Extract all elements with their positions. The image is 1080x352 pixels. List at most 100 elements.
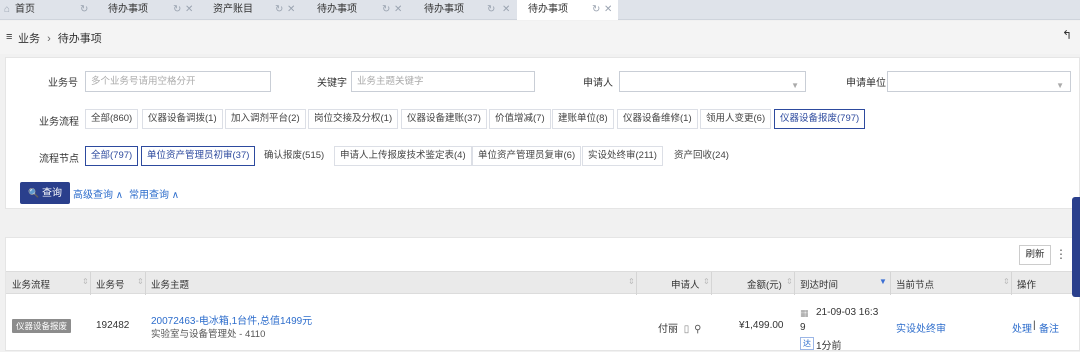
refresh-button[interactable]: 刷新	[1019, 245, 1051, 265]
tab-label: 待办事项	[317, 4, 357, 15]
col-time[interactable]: 到达时间	[800, 277, 838, 291]
sort-icon[interactable]: ⇕	[786, 277, 793, 286]
calendar-icon: ▦	[800, 308, 809, 318]
tab-label: 待办事项	[108, 4, 148, 15]
title-link[interactable]: 20072463-电冰箱,1台件,总值1499元	[151, 312, 312, 327]
refresh-icon[interactable]: ↻	[275, 0, 283, 20]
tab-todo-3[interactable]: 待办事项 ↻ ✕	[410, 0, 516, 20]
close-icon[interactable]: ✕	[604, 0, 612, 20]
back-icon[interactable]: ↰	[1062, 28, 1072, 42]
node-chip[interactable]: 确认报废(515)	[258, 146, 331, 166]
process-chip[interactable]: 全部(860)	[85, 109, 139, 129]
process-chip-selected[interactable]: 仪器设备报废(797)	[774, 109, 866, 129]
unit-select[interactable]: ▼	[887, 71, 1071, 92]
sort-icon[interactable]: ⇕	[82, 277, 89, 286]
business-no: 192482	[96, 320, 130, 331]
process-chip[interactable]: 仪器设备维修(1)	[617, 109, 698, 129]
process-chip[interactable]: 岗位交接及分权(1)	[308, 109, 399, 129]
sort-icon[interactable]: ⇕	[703, 277, 710, 286]
tab-label: 资产账目	[213, 4, 253, 15]
search-icon: 🔍	[28, 188, 40, 198]
refresh-icon[interactable]: ↻	[382, 0, 390, 20]
col-applicant[interactable]: 申请人	[671, 277, 700, 291]
applicant-name: 付丽	[658, 324, 678, 335]
side-drawer-tab[interactable]	[1072, 197, 1080, 297]
filter-panel: 业务号 多个业务号请用空格分开 关键字 业务主题关键字 申请人 ▼ 申请单位 ▼…	[5, 57, 1080, 209]
breadcrumb-separator: ›	[47, 33, 51, 45]
close-icon[interactable]: ✕	[287, 0, 295, 20]
breadcrumb-root[interactable]: 业务	[18, 33, 40, 45]
table-row[interactable]: 仪器设备报废 192482 20072463-电冰箱,1台件,总值1499元 实…	[6, 295, 1080, 352]
business-no-label: 业务号	[48, 78, 78, 89]
chevron-down-icon: ▼	[1056, 81, 1064, 90]
close-icon[interactable]: ✕	[185, 0, 193, 20]
sort-icon[interactable]: ⇕	[628, 277, 635, 286]
tab-todo-2[interactable]: 待办事项 ↻ ✕	[302, 0, 408, 20]
col-actions: 操作	[1017, 280, 1037, 291]
clock-icon: 达	[800, 337, 814, 350]
sort-desc-icon[interactable]: ▼	[879, 277, 887, 286]
node-chip[interactable]: 实设处终审(211)	[582, 146, 663, 166]
unit-label: 申请单位	[846, 78, 886, 89]
menu-icon[interactable]: ≡	[6, 31, 12, 43]
process-chip[interactable]: 价值增减(7)	[489, 109, 551, 129]
refresh-icon[interactable]: ↻	[173, 0, 181, 20]
tab-todo-1[interactable]: 待办事项 ↻ ✕	[96, 0, 196, 20]
col-title[interactable]: 业务主题	[151, 277, 189, 291]
sort-icon[interactable]: ⇕	[137, 277, 144, 286]
process-label: 业务流程	[39, 117, 79, 128]
process-chip[interactable]: 领用人变更(6)	[700, 109, 772, 129]
breadcrumb: ≡ 业务 › 待办事项 ↰	[0, 21, 1080, 54]
process-chip[interactable]: 加入调剂平台(2)	[225, 109, 306, 129]
advanced-query-link[interactable]: 高级查询 ∧	[73, 186, 123, 201]
tab-assets[interactable]: 资产账目 ↻ ✕	[198, 0, 300, 20]
flow-badge: 仪器设备报废	[12, 319, 72, 333]
node-chip[interactable]: 单位资产管理员复审(6)	[472, 146, 582, 166]
node-chip-selected[interactable]: 全部(797)	[85, 146, 139, 166]
close-icon[interactable]: ✕	[394, 0, 402, 20]
phone-icon[interactable]: ▯	[684, 324, 690, 335]
breadcrumb-current: 待办事项	[57, 33, 102, 45]
tab-label: 待办事项	[424, 4, 464, 15]
refresh-icon[interactable]: ↻	[80, 0, 88, 20]
applicant-cell: 付丽 ▯ ⚲	[658, 320, 701, 335]
col-divider	[90, 272, 91, 295]
tab-bar: ⌂ 首页 ↻ 待办事项 ↻ ✕ 资产账目 ↻ ✕ 待办事项 ↻ ✕ 待办事项 ↻…	[0, 0, 1080, 20]
results-table: 刷新 ⋮ 业务流程 ⇕ 业务号 ⇕ 业务主题 ⇕ 申请人 ⇕ 金额(元) ⇕ 到…	[5, 237, 1080, 352]
node-chip[interactable]: 申请人上传报废技术鉴定表(4)	[334, 146, 472, 166]
col-no[interactable]: 业务号	[96, 277, 125, 291]
note-link[interactable]: 备注	[1039, 320, 1059, 335]
handle-link[interactable]: 处理	[1012, 320, 1032, 335]
col-divider	[890, 272, 891, 295]
refresh-icon[interactable]: ↻	[592, 0, 600, 20]
chevron-down-icon: ▼	[791, 81, 799, 90]
common-query-link[interactable]: 常用查询 ∧	[129, 186, 179, 201]
keyword-input[interactable]: 业务主题关键字	[351, 71, 535, 92]
keyword-label: 关键字	[317, 78, 347, 89]
applicant-select[interactable]: ▼	[619, 71, 806, 92]
col-amount[interactable]: 金额(元)	[747, 277, 782, 291]
business-no-input[interactable]: 多个业务号请用空格分开	[85, 71, 271, 92]
more-icon[interactable]: ⋮	[1055, 247, 1067, 261]
process-chip[interactable]: 仪器设备建账(37)	[401, 109, 487, 129]
title-subtitle: 实验室与设备管理处 - 4110	[151, 329, 266, 340]
query-button[interactable]: 🔍 查询	[20, 182, 70, 204]
search-icon[interactable]: ⚲	[694, 324, 701, 335]
col-flow[interactable]: 业务流程	[12, 277, 50, 291]
home-icon: ⌂	[4, 4, 11, 15]
refresh-icon[interactable]: ↻	[487, 0, 495, 20]
arrival-time-cont: 9	[800, 322, 806, 333]
current-node-link[interactable]: 实设处终审	[896, 320, 946, 335]
col-node[interactable]: 当前节点	[896, 277, 934, 291]
close-icon[interactable]: ✕	[502, 0, 510, 20]
process-chip[interactable]: 建账单位(8)	[552, 109, 614, 129]
tab-label: 首页	[15, 4, 35, 15]
process-chip[interactable]: 仪器设备调拨(1)	[142, 109, 223, 129]
node-chip[interactable]: 资产回收(24)	[668, 146, 735, 166]
tab-todo-active[interactable]: 待办事项 ↻ ✕	[517, 0, 618, 20]
tab-home[interactable]: ⌂ 首页 ↻	[0, 0, 95, 20]
node-chip-selected[interactable]: 单位资产管理员初审(37)	[141, 146, 256, 166]
col-divider	[636, 272, 637, 295]
applicant-label: 申请人	[583, 78, 613, 89]
sort-icon[interactable]: ⇕	[1003, 277, 1010, 286]
